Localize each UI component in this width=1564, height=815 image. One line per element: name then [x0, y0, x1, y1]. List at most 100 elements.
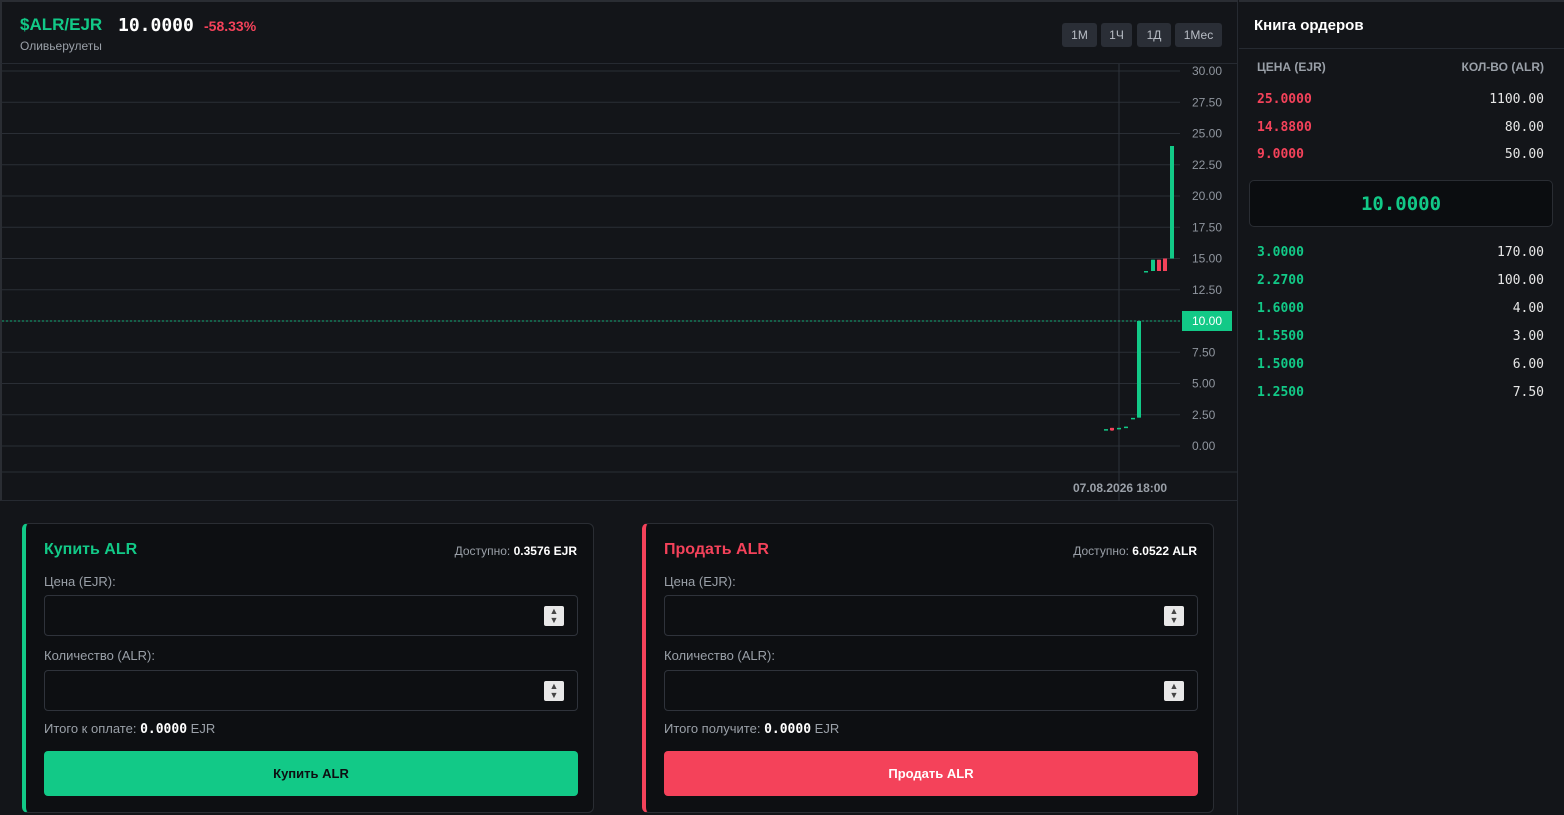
candlestick-chart[interactable]: 30.00 27.50 25.00 22.50 20.00 17.50 15.00 12.50… — [2, 64, 1238, 501]
candle-body — [1104, 429, 1108, 431]
buy-qty-input[interactable]: ▲ ▼ — [44, 670, 578, 711]
timeframe-1h-button[interactable]: 1Ч — [1101, 23, 1132, 47]
buy-price-label: Цена (EJR): — [44, 574, 116, 589]
orderbook-mid-price: 10.0000 — [1249, 180, 1553, 227]
sell-price-label: Цена (EJR): — [664, 574, 736, 589]
current-price-label: 10.00 — [1192, 314, 1222, 328]
sell-qty-label: Количество (ALR): — [664, 648, 775, 663]
candle-body — [1131, 417, 1135, 420]
y-tick-label: 20.00 — [1192, 189, 1222, 203]
sell-total-value: 0.0000 — [764, 722, 812, 737]
bid-price: 1.2500 — [1257, 385, 1304, 400]
price-chart[interactable]: 30.00 27.50 25.00 22.50 20.00 17.50 15.00 12.50… — [0, 64, 1238, 501]
buy-form-title: Купить ALR — [44, 541, 138, 558]
ask-row[interactable]: 14.8800 80.00 — [1257, 120, 1544, 140]
y-tick-label: 30.00 — [1192, 64, 1222, 78]
y-tick-label: 15.00 — [1192, 252, 1222, 266]
pair-subtitle: Оливьерулеты — [20, 39, 102, 53]
candle-body — [1144, 271, 1148, 273]
y-tick-label: 22.50 — [1192, 158, 1222, 172]
bid-row[interactable]: 1.5000 6.00 — [1257, 357, 1544, 377]
sell-qty-input[interactable]: ▲ ▼ — [664, 670, 1198, 711]
y-tick-label: 12.50 — [1192, 283, 1222, 297]
buy-total-unit: EJR — [190, 721, 216, 736]
orderbook-qty-header: КОЛ-ВО (ALR) — [1461, 60, 1544, 74]
buy-total-label: Итого к оплате: — [44, 721, 137, 736]
main-panel: $ALR/EJR 10.0000 -58.33% Оливьерулеты 1М… — [0, 0, 1238, 815]
sell-button[interactable]: Продать ALR — [664, 751, 1198, 796]
sell-total-unit: EJR — [814, 721, 840, 736]
sell-form-title: Продать ALR — [664, 541, 769, 558]
ask-price: 25.0000 — [1257, 92, 1312, 107]
buy-total: Итого к оплате: 0.0000 EJR — [44, 721, 215, 737]
buy-button[interactable]: Купить ALR — [44, 751, 578, 796]
candle-body — [1110, 427, 1114, 431]
bid-price: 1.6000 — [1257, 301, 1304, 316]
sell-price-input[interactable]: ▲ ▼ — [664, 595, 1198, 636]
y-tick-label: 2.50 — [1192, 408, 1216, 422]
crosshair-date-label: 07.08.2026 18:00 — [1073, 481, 1167, 495]
ask-qty: 50.00 — [1504, 147, 1544, 162]
y-tick-label: 7.50 — [1192, 345, 1216, 359]
ask-qty: 80.00 — [1504, 120, 1544, 135]
order-forms: Купить ALR Доступно: 0.3576 EJR Цена (EJ… — [0, 501, 1238, 815]
y-tick-label: 0.00 — [1192, 439, 1216, 453]
bid-row[interactable]: 1.2500 7.50 — [1257, 385, 1544, 405]
orderbook-title: Книга ордеров — [1254, 17, 1364, 34]
buy-price-input[interactable]: ▲ ▼ — [44, 595, 578, 636]
timeframe-1m-button[interactable]: 1М — [1062, 23, 1097, 47]
y-tick-label: 27.50 — [1192, 95, 1222, 109]
bid-qty: 7.50 — [1512, 385, 1544, 400]
sell-available-label: Доступно: — [1073, 544, 1129, 558]
sell-available-value: 6.0522 ALR — [1132, 544, 1197, 558]
sell-available: Доступно: 6.0522 ALR — [1073, 544, 1197, 558]
ask-row[interactable]: 9.0000 50.00 — [1257, 147, 1544, 167]
ask-price: 14.8800 — [1257, 120, 1312, 135]
trading-app: $ALR/EJR 10.0000 -58.33% Оливьерулеты 1М… — [0, 0, 1564, 815]
bid-qty: 3.00 — [1512, 329, 1544, 344]
orderbook-panel: Книга ордеров ЦЕНА (EJR) КОЛ-ВО (ALR) 25… — [1239, 0, 1564, 815]
bid-price: 3.0000 — [1257, 245, 1304, 260]
orderbook-divider — [1239, 48, 1564, 49]
buy-form: Купить ALR Доступно: 0.3576 EJR Цена (EJ… — [22, 523, 594, 813]
ask-price: 9.0000 — [1257, 147, 1304, 162]
bid-price: 1.5500 — [1257, 329, 1304, 344]
buy-available-label: Доступно: — [454, 544, 511, 558]
candle-body — [1151, 259, 1155, 271]
candle-body — [1117, 427, 1121, 430]
timeframe-1mo-button[interactable]: 1Мес — [1175, 23, 1222, 47]
candle-body — [1137, 321, 1141, 418]
bid-row[interactable]: 3.0000 170.00 — [1257, 245, 1544, 265]
sell-qty-stepper[interactable]: ▲ ▼ — [1164, 681, 1184, 701]
candle-body — [1163, 258, 1167, 271]
candle-body — [1124, 426, 1128, 429]
bid-price: 2.2700 — [1257, 273, 1304, 288]
buy-available-value: 0.3576 EJR — [513, 544, 577, 558]
candle-body — [1157, 259, 1161, 271]
buy-available: Доступно: 0.3576 EJR — [455, 544, 577, 558]
bid-row[interactable]: 2.2700 100.00 — [1257, 273, 1544, 293]
last-price: 10.0000 — [118, 15, 194, 36]
y-tick-label: 25.00 — [1192, 127, 1222, 141]
bid-qty: 6.00 — [1512, 357, 1544, 372]
orderbook-price-header: ЦЕНА (EJR) — [1257, 60, 1326, 74]
timeframe-1d-button[interactable]: 1Д — [1137, 23, 1171, 47]
bid-qty: 170.00 — [1497, 245, 1544, 260]
bid-row[interactable]: 1.6000 4.00 — [1257, 301, 1544, 321]
bid-qty: 100.00 — [1497, 273, 1544, 288]
buy-qty-label: Количество (ALR): — [44, 648, 155, 663]
ask-row[interactable]: 25.0000 1100.00 — [1257, 92, 1544, 112]
y-tick-label: 17.50 — [1192, 220, 1222, 234]
bid-row[interactable]: 1.5500 3.00 — [1257, 329, 1544, 349]
buy-total-value: 0.0000 — [140, 722, 188, 737]
y-tick-label: 5.00 — [1192, 377, 1216, 391]
bid-price: 1.5000 — [1257, 357, 1304, 372]
pair-header: $ALR/EJR 10.0000 -58.33% Оливьерулеты 1М… — [0, 0, 1238, 64]
bid-qty: 4.00 — [1512, 301, 1544, 316]
candle-body — [1170, 146, 1174, 259]
pair-symbol: $ALR/EJR — [20, 15, 103, 34]
sell-price-stepper[interactable]: ▲ ▼ — [1164, 606, 1184, 626]
buy-qty-stepper[interactable]: ▲ ▼ — [544, 681, 564, 701]
sell-total-label: Итого получите: — [664, 721, 761, 736]
buy-price-stepper[interactable]: ▲ ▼ — [544, 606, 564, 626]
